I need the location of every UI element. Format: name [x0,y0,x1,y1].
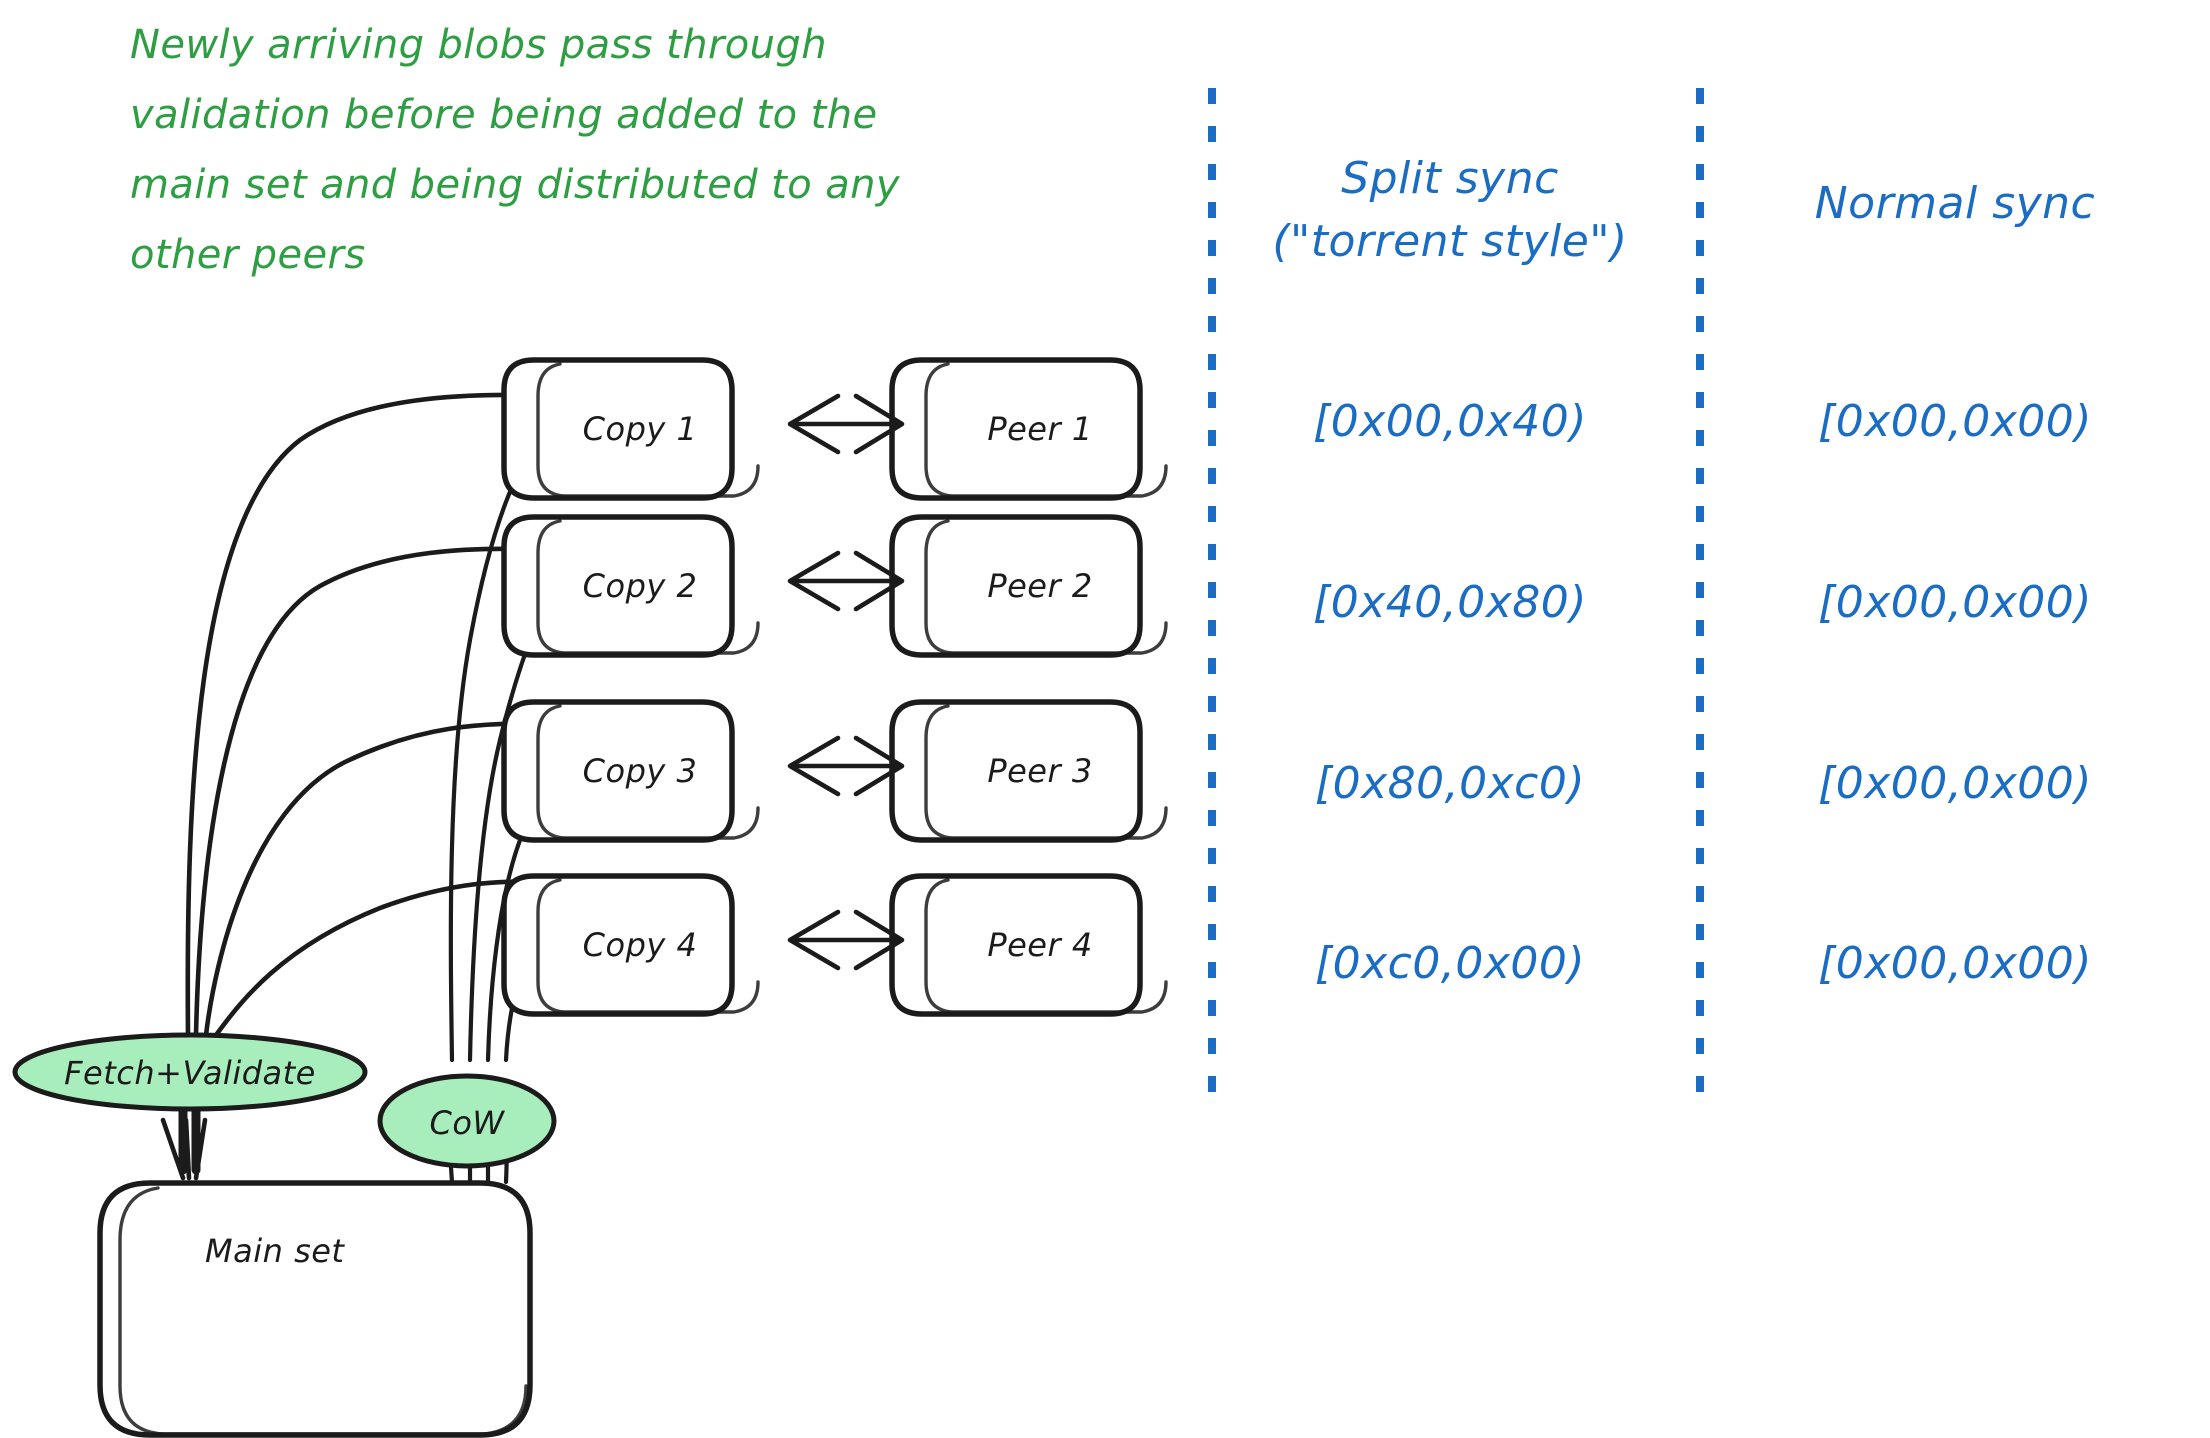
copy-label-4: Copy 4 [583,926,698,964]
diagram-svg: Newly arriving blobs pass through valida… [12,22,2096,1438]
diagram-canvas: Newly arriving blobs pass through valida… [0,0,2210,1438]
validation-note: Newly arriving blobs pass through valida… [130,22,901,278]
copy-node-4[interactable]: Copy 4 [501,873,760,1017]
peer-node-4[interactable]: Peer 4 [889,873,1168,1017]
column-normal-sync: Normal sync [0x00,0x00) [0x00,0x00) [0x0… [1815,178,2096,989]
peer-label-2: Peer 2 [987,567,1092,605]
note-line-1: Newly arriving blobs pass through [130,22,827,68]
peer-label-3: Peer 3 [987,752,1092,790]
split-value-row-3: [0x80,0xc0) [1315,758,1585,809]
normal-sync-title-line1: Normal sync [1815,178,2096,229]
peer-label-4: Peer 4 [987,926,1092,964]
main-set-node[interactable]: Main set [97,1180,533,1438]
peer-label-1: Peer 1 [987,410,1092,448]
copy-label-2: Copy 2 [583,567,698,605]
column-split-sync: Split sync ("torrent style") [0x00,0x40)… [1272,153,1627,989]
process-node-fetch-validate[interactable]: Fetch+Validate [12,1032,368,1112]
copy-node-3[interactable]: Copy 3 [501,699,760,843]
peer-node-2[interactable]: Peer 2 [889,514,1168,658]
process-node-cow[interactable]: CoW [377,1073,557,1169]
normal-value-row-3: [0x00,0x00) [1818,758,2092,809]
peer-node-1[interactable]: Peer 1 [889,357,1168,501]
copy-peer-links [787,393,905,971]
copy-nodes: Copy 1 Copy 2 Copy 3 Copy 4 [501,357,760,1017]
normal-value-row-4: [0x00,0x00) [1818,938,2092,989]
normal-value-row-1: [0x00,0x00) [1818,396,2092,447]
normal-value-row-2: [0x00,0x00) [1818,577,2092,628]
link-copy3-peer3 [787,735,905,797]
note-line-4: other peers [130,232,366,278]
note-line-3: main set and being distributed to any [130,162,901,208]
main-set-shape [97,1180,533,1438]
copy-label-3: Copy 3 [583,752,698,790]
link-copy4-peer4 [787,909,905,971]
copy-node-1[interactable]: Copy 1 [501,357,760,501]
note-line-2: validation before being added to the [130,92,877,138]
split-value-row-1: [0x00,0x40) [1313,396,1587,447]
copy-node-2[interactable]: Copy 2 [501,514,760,658]
fetch-validate-label: Fetch+Validate [64,1054,316,1092]
copy-label-1: Copy 1 [583,410,698,448]
split-sync-title-line2: ("torrent style") [1272,216,1627,267]
main-set-label: Main set [205,1232,345,1270]
peer-node-3[interactable]: Peer 3 [889,699,1168,843]
link-copy2-peer2 [787,550,905,612]
link-copy1-peer1 [787,393,905,455]
peer-nodes: Peer 1 Peer 2 Peer 3 Peer 4 [889,357,1168,1017]
edge-fetchvalidate-copy2 [193,546,555,1038]
split-value-row-4: [0xc0,0x00) [1315,938,1585,989]
split-value-row-2: [0x40,0x80) [1313,577,1587,628]
split-sync-title-line1: Split sync [1341,153,1559,204]
cow-label: CoW [429,1104,505,1142]
